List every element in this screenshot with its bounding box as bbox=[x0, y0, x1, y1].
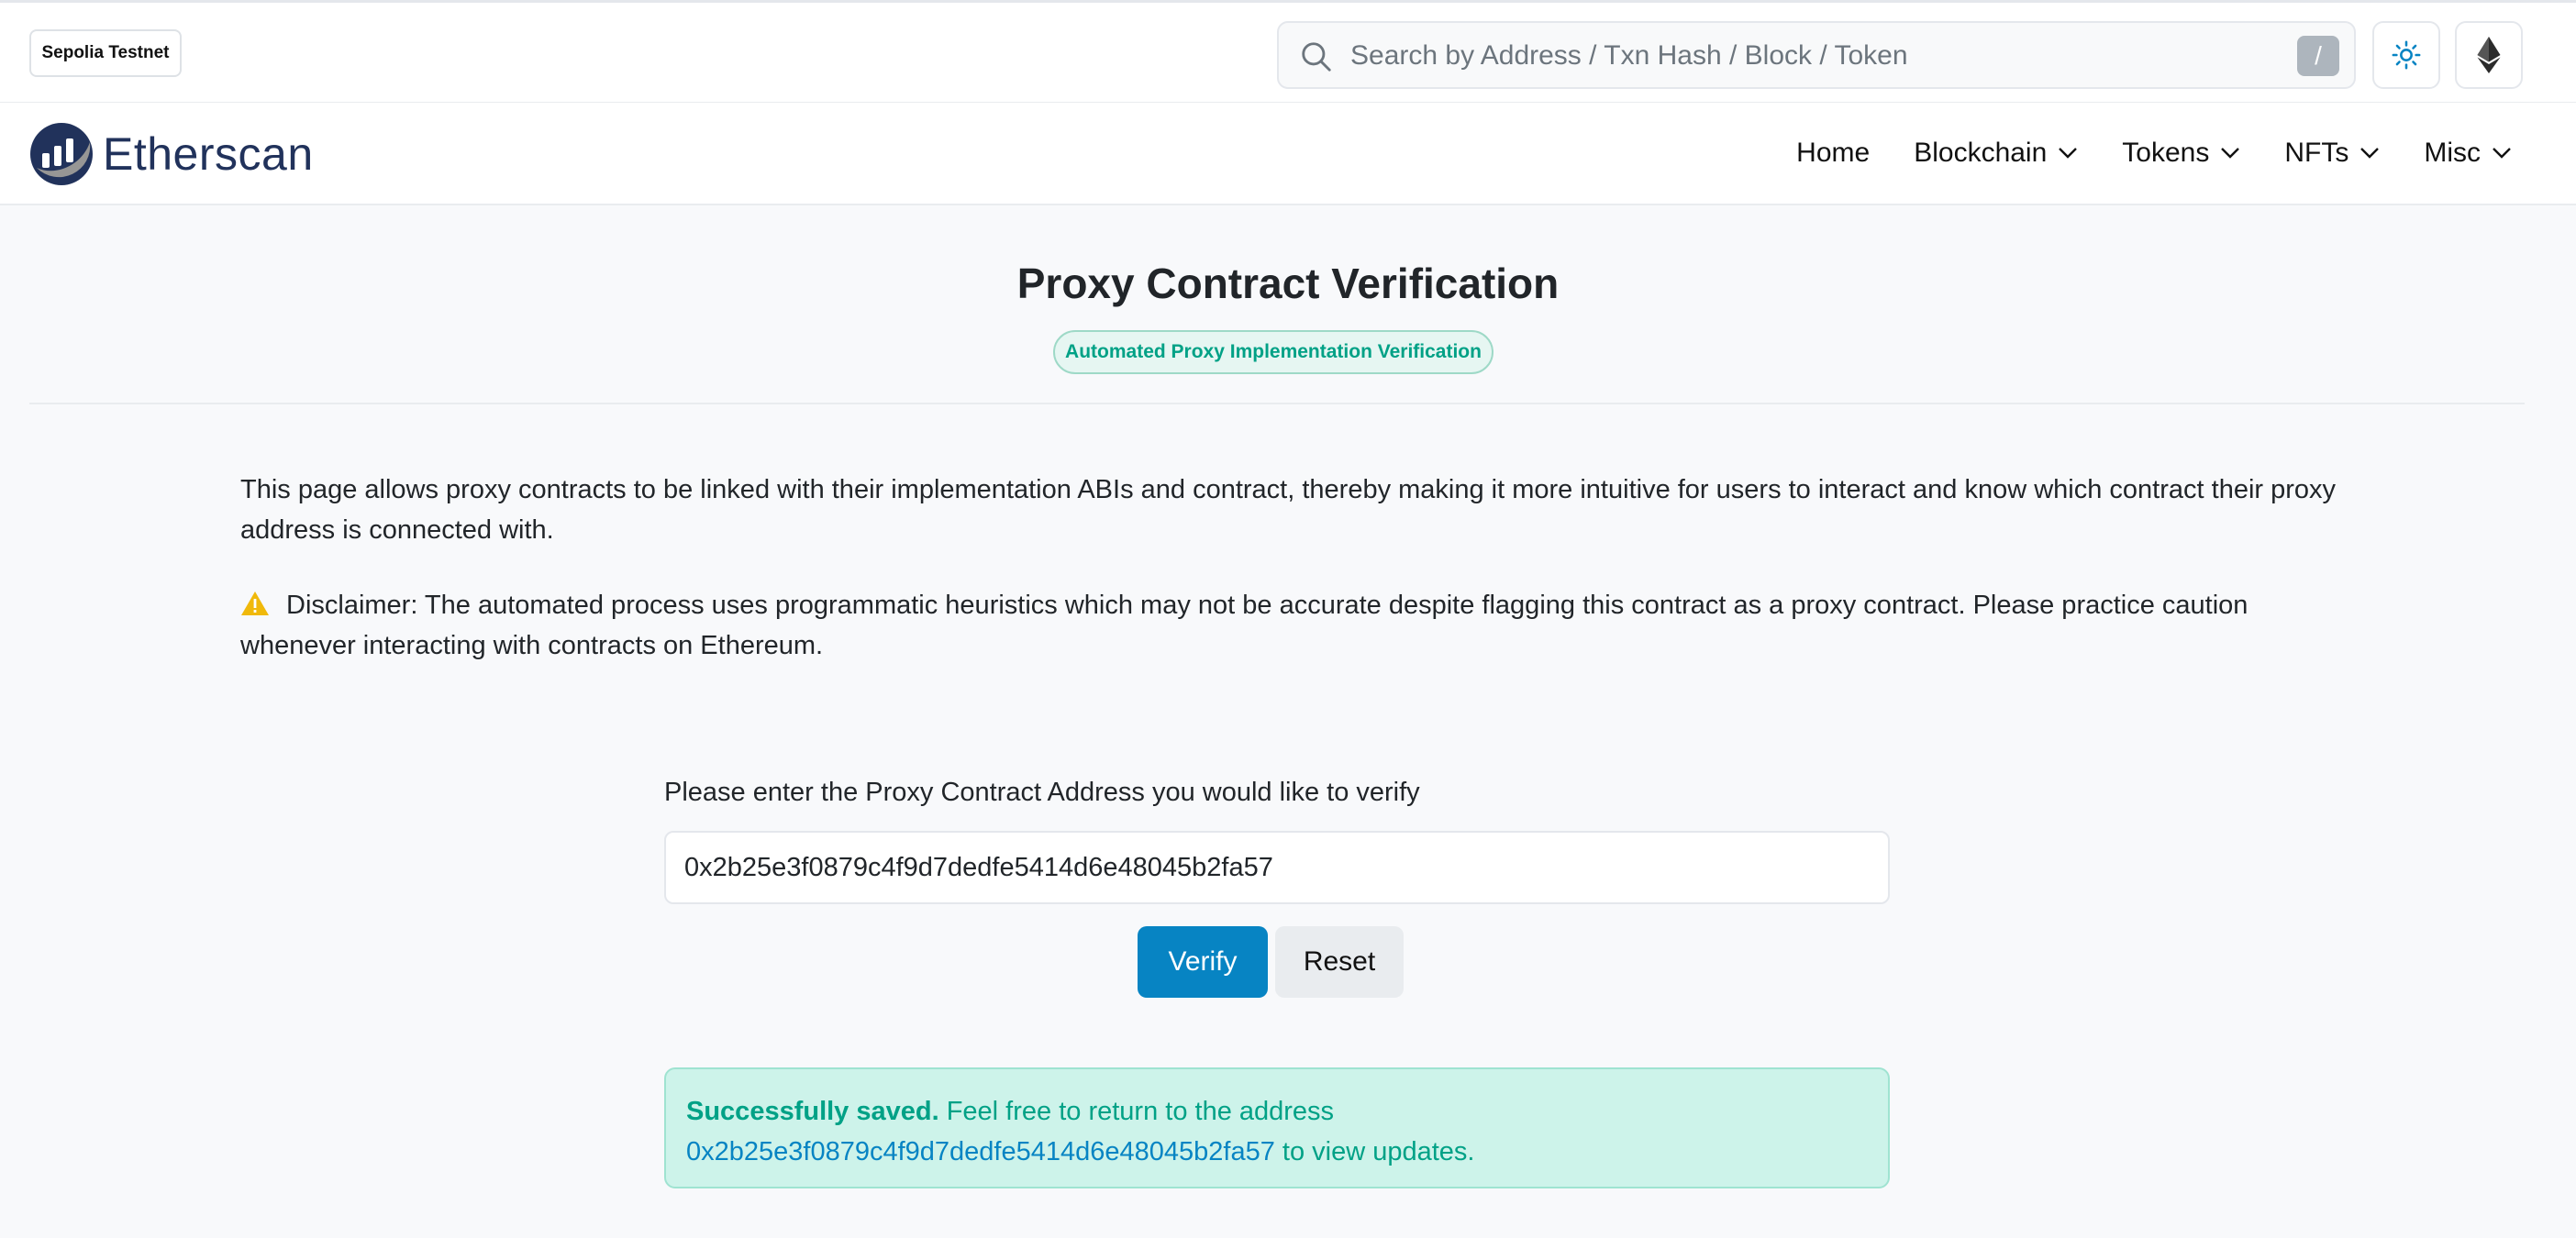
disclaimer: Disclaimer: The automated process uses p… bbox=[240, 585, 2350, 666]
alert-title: Successfully saved. bbox=[686, 1097, 939, 1126]
chevron-down-icon bbox=[2221, 148, 2240, 159]
network-badge[interactable]: Sepolia Testnet bbox=[29, 29, 182, 77]
top-bar: Sepolia Testnet / bbox=[0, 0, 2576, 103]
nav-item-label: Home bbox=[1796, 138, 1871, 168]
nav-item-misc[interactable]: Misc bbox=[2424, 138, 2512, 169]
verification-type-badge: Automated Proxy Implementation Verificat… bbox=[1053, 330, 1493, 374]
alert-text-end: to view updates. bbox=[1274, 1137, 1475, 1166]
alert-address-link[interactable]: 0x2b25e3f0879c4f9d7dedfe5414d6e48045b2fa… bbox=[686, 1137, 1275, 1166]
chevron-down-icon bbox=[2360, 148, 2380, 159]
page-title: Proxy Contract Verification bbox=[1016, 260, 1560, 307]
nav-item-label: Blockchain bbox=[1914, 138, 2048, 168]
address-field-label: Please enter the Proxy Contract Address … bbox=[664, 778, 1420, 807]
proxy-address-input[interactable] bbox=[664, 831, 1890, 904]
reset-button[interactable]: Reset bbox=[1275, 926, 1404, 998]
alert-text: Feel free to return to the address bbox=[938, 1097, 1335, 1126]
nav-item-nfts[interactable]: NFTs bbox=[2284, 138, 2380, 169]
search-shortcut-key: / bbox=[2297, 36, 2339, 76]
success-alert: Successfully saved. Feel free to return … bbox=[664, 1067, 1890, 1188]
theme-toggle-button[interactable] bbox=[2372, 21, 2440, 89]
intro-text: This page allows proxy contracts to be l… bbox=[240, 475, 2337, 545]
nav-item-tokens[interactable]: Tokens bbox=[2122, 138, 2240, 169]
disclaimer-text: Disclaimer: The automated process uses p… bbox=[240, 591, 2248, 660]
search-box[interactable]: / bbox=[1277, 21, 2356, 89]
nav-item-blockchain[interactable]: Blockchain bbox=[1914, 138, 2078, 169]
search-input[interactable] bbox=[1349, 32, 2270, 80]
nav-menu: Home Blockchain Tokens NFTs Misc bbox=[1752, 103, 2512, 204]
nav-item-home[interactable]: Home bbox=[1796, 138, 1870, 169]
etherscan-logo[interactable]: Etherscan bbox=[29, 121, 314, 187]
ethereum-icon bbox=[2477, 37, 2501, 73]
etherscan-logo-icon bbox=[30, 123, 93, 185]
network-switch-button[interactable] bbox=[2455, 21, 2523, 89]
nav-item-label: Tokens bbox=[2122, 138, 2210, 168]
main-navbar: Etherscan Home Blockchain Tokens NFTs Mi… bbox=[0, 103, 2576, 205]
warning-icon bbox=[241, 591, 269, 615]
verify-button[interactable]: Verify bbox=[1138, 926, 1268, 998]
nav-item-label: Misc bbox=[2424, 138, 2481, 168]
chevron-down-icon bbox=[2493, 148, 2511, 159]
sun-icon bbox=[2392, 40, 2421, 70]
brand-name: Etherscan bbox=[103, 128, 314, 180]
search-icon bbox=[1302, 42, 1331, 72]
header-divider bbox=[29, 403, 2525, 404]
chevron-down-icon bbox=[2059, 148, 2078, 159]
nav-item-label: NFTs bbox=[2284, 138, 2349, 168]
